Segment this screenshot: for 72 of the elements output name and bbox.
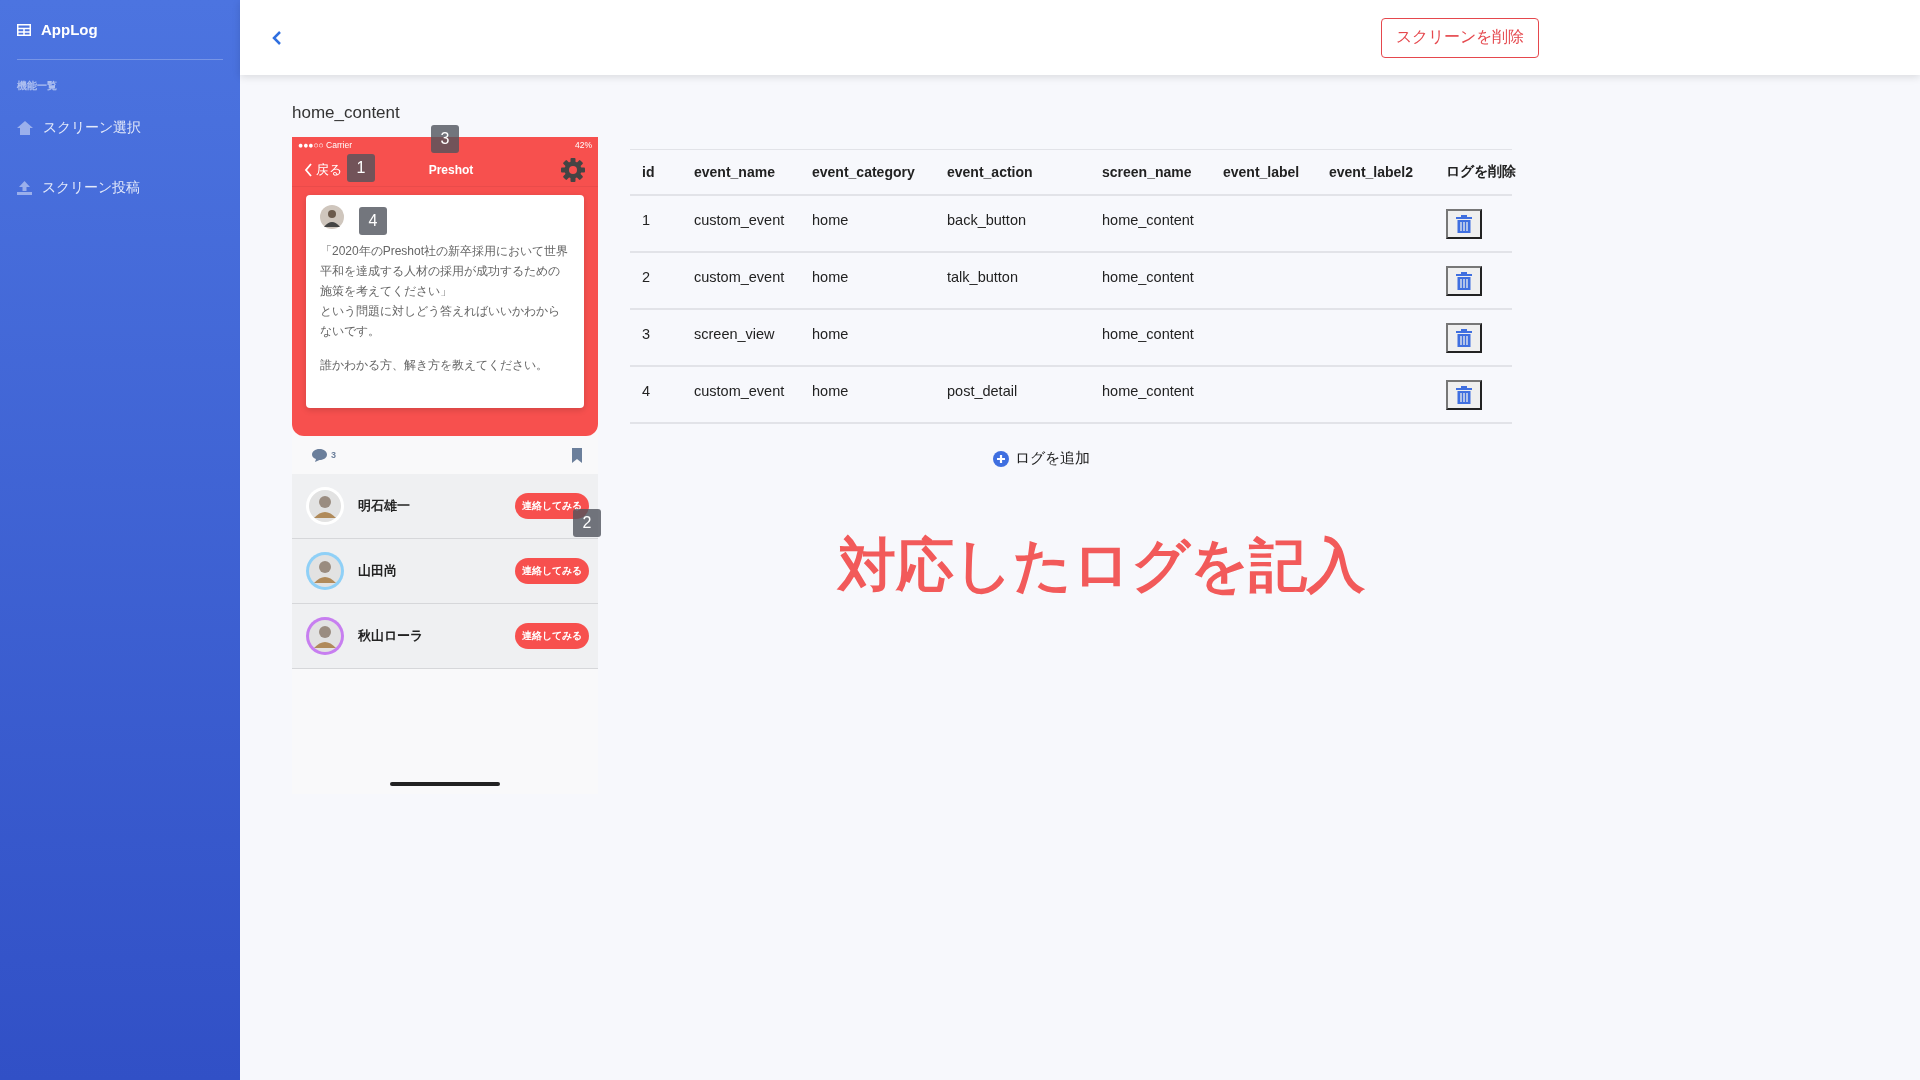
column-header: event_action <box>935 150 1090 196</box>
brand-name: AppLog <box>41 21 98 38</box>
avatar-icon <box>320 205 344 229</box>
column-header: event_name <box>682 150 800 196</box>
step-marker: 3 <box>431 125 459 153</box>
comment-count: 3 <box>331 450 336 460</box>
carrier-text: ●●●○○ Carrier <box>298 140 352 150</box>
upload-icon <box>17 181 32 195</box>
delete-screen-button[interactable]: スクリーンを削除 <box>1381 17 1539 58</box>
table-cell: home_content <box>1090 196 1211 253</box>
avatar-icon <box>306 552 344 590</box>
sidebar-item[interactable]: スクリーン選択 <box>17 119 223 137</box>
table-cell: 2 <box>630 253 682 310</box>
column-header: event_label2 <box>1317 150 1434 196</box>
table-cell: custom_event <box>682 253 800 310</box>
instruction-text: 対応したログを記入 <box>837 531 1365 599</box>
trash-icon <box>1456 328 1472 347</box>
table-cell: talk_button <box>935 253 1090 310</box>
add-log-button[interactable]: ログを追加 <box>986 448 1096 469</box>
delete-log-button[interactable] <box>1446 208 1482 239</box>
screen-title: home_content <box>292 103 401 123</box>
comment-icon <box>312 448 327 462</box>
sidebar-item[interactable]: スクリーン投稿 <box>17 179 223 197</box>
column-header: event_label <box>1211 150 1317 196</box>
trash-icon <box>1456 271 1472 290</box>
battery-text: 42% <box>575 140 592 150</box>
table-cell: home <box>800 196 935 253</box>
trash-icon <box>1456 385 1472 404</box>
delete-log-button[interactable] <box>1446 379 1482 410</box>
trash-icon <box>1456 214 1472 233</box>
bookmark-icon[interactable] <box>572 447 582 463</box>
delete-log-button[interactable] <box>1446 322 1482 353</box>
table-cell: home_content <box>1090 253 1211 310</box>
step-marker: 4 <box>359 207 387 235</box>
contact-button[interactable]: 連絡してみる <box>515 623 589 649</box>
back-link[interactable]: 戻る <box>304 160 342 179</box>
column-header: screen_name <box>1090 150 1211 196</box>
table-cell: post_detail <box>935 367 1090 424</box>
post-text: という問題に対しどう答えればいいかわからないです。 <box>320 303 561 340</box>
step-marker: 1 <box>347 154 375 182</box>
table-cell: home <box>800 367 935 424</box>
table-cell: custom_event <box>682 367 800 424</box>
chevron-left-icon <box>304 162 313 177</box>
table-cell: back_button <box>935 196 1090 253</box>
table-cell: 3 <box>630 310 682 367</box>
gear-icon[interactable] <box>560 156 586 183</box>
column-header: id <box>630 150 682 196</box>
grid-icon <box>17 23 31 36</box>
table-cell: custom_event <box>682 196 800 253</box>
table-cell: home_content <box>1090 310 1211 367</box>
user-name: 山田尚 <box>358 562 398 580</box>
post-text: 「2020年のPreshot社の新卒採用において世界平和を達成する人材の採用が成功するための施策を考えてください」 <box>320 243 570 300</box>
table-cell: home_content <box>1090 367 1211 424</box>
post-text: 誰かわかる方、解き方を教えてください。 <box>320 357 549 374</box>
contact-button[interactable]: 連絡してみる <box>515 558 589 584</box>
avatar-icon <box>306 617 344 655</box>
home-icon <box>17 121 33 135</box>
table-cell: home <box>800 253 935 310</box>
table-cell: home <box>800 310 935 367</box>
table-cell: 1 <box>630 196 682 253</box>
avatar-icon <box>306 487 344 525</box>
table-cell: screen_view <box>682 310 800 367</box>
plus-circle-icon <box>992 450 1009 467</box>
table-cell: 4 <box>630 367 682 424</box>
app-title: Preshot <box>428 162 474 177</box>
section-label: 機能一覧 <box>17 79 58 93</box>
user-name: 明石雄一 <box>358 497 411 515</box>
column-header: event_category <box>800 150 935 196</box>
chevron-left-icon <box>272 29 282 46</box>
user-name: 秋山ローラ <box>358 627 424 645</box>
step-marker: 2 <box>573 509 601 537</box>
delete-log-button[interactable] <box>1446 265 1482 296</box>
